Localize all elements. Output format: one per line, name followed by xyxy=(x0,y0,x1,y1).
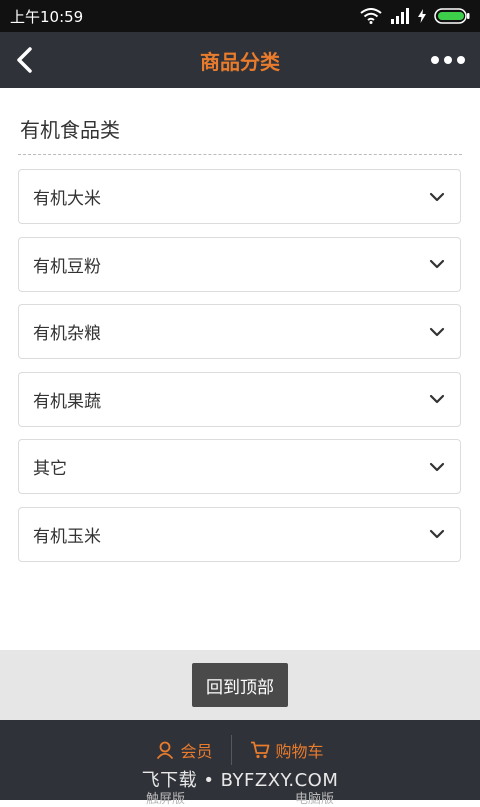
footer-links: 会员 购物车 xyxy=(0,730,480,770)
chevron-down-icon xyxy=(429,462,445,471)
member-label: 会员 xyxy=(180,742,213,761)
chevron-down-icon xyxy=(429,395,445,404)
app-header: 商品分类 xyxy=(0,32,480,88)
cart-icon xyxy=(250,741,269,759)
cart-label: 购物车 xyxy=(275,742,324,761)
battery-icon xyxy=(434,8,470,24)
back-to-top-button[interactable]: 回到顶部 xyxy=(192,663,288,707)
dashed-divider xyxy=(18,154,462,155)
category-label: 有机玉米 xyxy=(33,526,101,547)
chevron-down-icon xyxy=(429,530,445,539)
category-item[interactable]: 有机豆粉 xyxy=(18,236,461,292)
category-label: 其它 xyxy=(33,459,67,480)
back-to-top-bar: 回到顶部 xyxy=(0,650,480,720)
more-dots-icon[interactable] xyxy=(430,46,466,74)
watermark-text: 飞下载 • BYFZXY.COM xyxy=(141,770,339,791)
status-time: 上午10:59 xyxy=(10,7,84,26)
category-item[interactable]: 其它 xyxy=(18,439,461,495)
member-link[interactable]: 会员 xyxy=(138,738,230,762)
category-list: 有机大米有机豆粉有机杂粮有机果蔬其它有机玉米 xyxy=(18,169,461,575)
section-title: 有机食品类 xyxy=(20,118,120,142)
back-arrow-icon[interactable] xyxy=(10,44,42,76)
chevron-down-icon xyxy=(429,192,445,201)
category-item[interactable]: 有机大米 xyxy=(18,169,461,224)
category-label: 有机豆粉 xyxy=(33,256,101,277)
status-bar: 上午10:59 xyxy=(0,0,480,32)
page-title: 商品分类 xyxy=(200,49,280,74)
category-content: 有机食品类 有机大米有机豆粉有机杂粮有机果蔬其它有机玉米 xyxy=(0,88,480,650)
chevron-down-icon xyxy=(429,259,445,269)
status-icons xyxy=(360,8,470,24)
cart-link[interactable]: 购物车 xyxy=(232,738,342,762)
category-item[interactable]: 有机杂粮 xyxy=(18,304,461,360)
category-label: 有机大米 xyxy=(33,189,101,209)
signal-icon xyxy=(391,8,409,24)
user-icon xyxy=(157,741,174,759)
category-label: 有机杂粮 xyxy=(33,324,101,345)
category-item[interactable]: 有机果蔬 xyxy=(18,371,461,427)
category-label: 有机果蔬 xyxy=(33,391,101,412)
charging-icon xyxy=(418,9,426,23)
wifi-icon xyxy=(360,8,382,24)
chevron-down-icon xyxy=(429,327,445,336)
category-item[interactable]: 有机玉米 xyxy=(18,506,461,562)
